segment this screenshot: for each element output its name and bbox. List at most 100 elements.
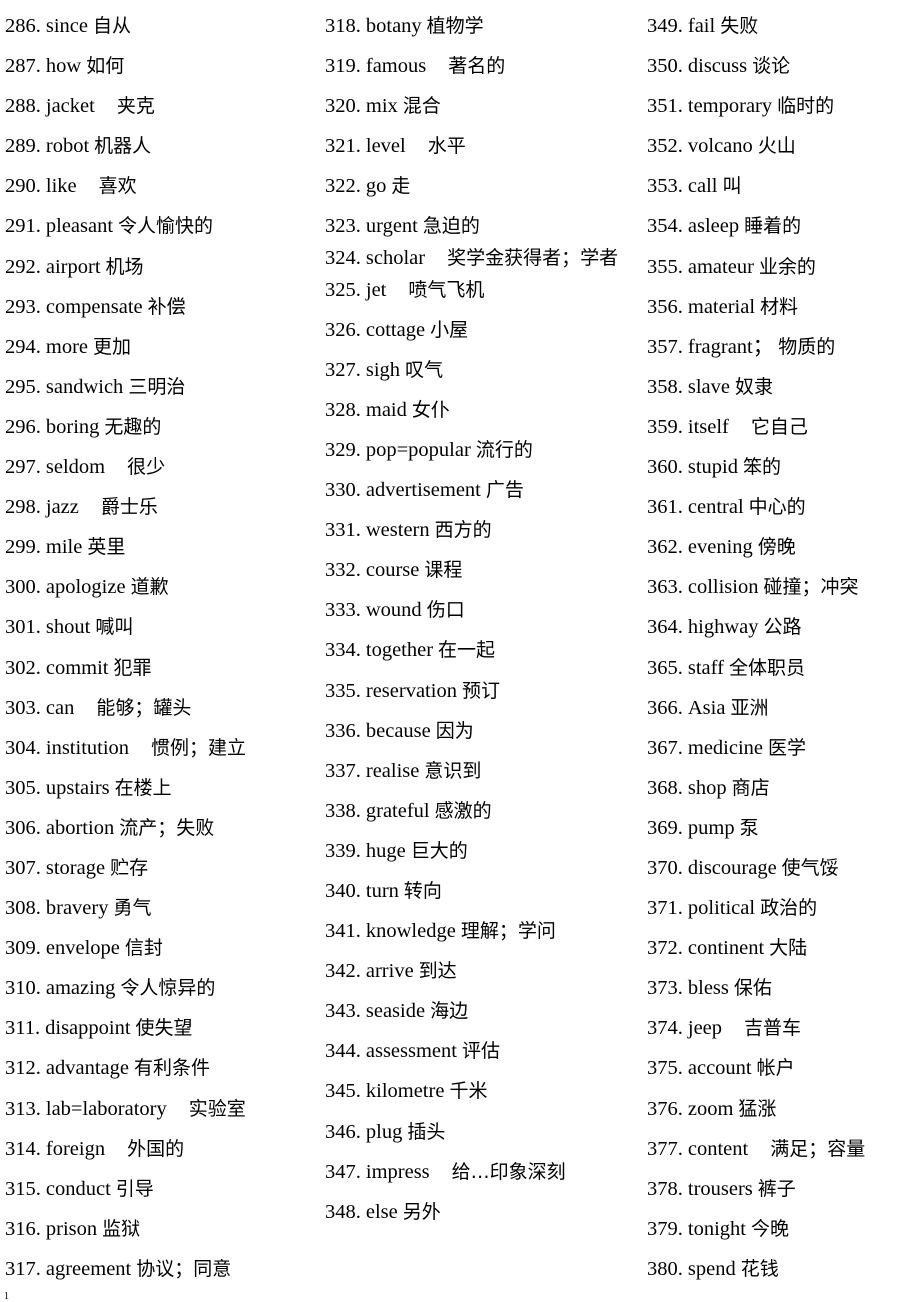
vocabulary-entry: 367. medicine 医学 <box>647 728 918 768</box>
entry-term: pop=popular <box>365 438 471 461</box>
entry-body: mix 混合 <box>361 86 441 126</box>
vocabulary-entry: 296. boring 无趣的 <box>5 407 308 447</box>
entry-number: 324. <box>325 246 361 269</box>
entry-gloss: 令人惊异的 <box>120 977 216 1000</box>
entry-term: cottage <box>365 318 426 341</box>
entry-body: storage 贮存 <box>41 848 148 888</box>
entry-number: 357. <box>647 335 683 358</box>
entry-term: together <box>365 639 434 662</box>
vocabulary-entry: 343. seaside 海边 <box>325 991 632 1031</box>
entry-gloss: 叫 <box>722 175 742 198</box>
entry-gloss: 材料 <box>760 295 799 318</box>
entry-term: like <box>45 175 77 198</box>
entry-gloss: 物质的 <box>778 335 836 358</box>
entry-gloss: 吉普车 <box>744 1017 802 1040</box>
vocabulary-entry: 328. maid 女仆 <box>325 390 632 430</box>
entry-body: how 如何 <box>41 46 124 86</box>
entry-gloss: 外国的 <box>127 1137 185 1160</box>
entry-term: reservation <box>365 679 457 702</box>
entry-term: spend <box>687 1257 736 1280</box>
vocabulary-entry: 354. asleep 睡着的 <box>647 206 918 246</box>
vocabulary-entry: 309. envelope 信封 <box>5 928 308 968</box>
vocabulary-entry: 306. abortion 流产；失败 <box>5 808 308 848</box>
entry-term: tonight <box>687 1217 746 1240</box>
vocabulary-entry: 332. course 课程 <box>325 550 632 590</box>
entry-term: go <box>365 175 387 198</box>
entry-number: 311. <box>5 1017 41 1040</box>
entry-term: impress <box>365 1160 430 1183</box>
entry-number: 351. <box>647 95 683 118</box>
entry-number: 330. <box>325 479 361 502</box>
entry-gloss: 走 <box>391 175 411 198</box>
vocabulary-entry: 322. go 走 <box>325 166 632 206</box>
entry-term: zoom <box>687 1097 734 1120</box>
vocabulary-entry: 325. jet 喷气飞机 <box>325 270 632 310</box>
entry-number: 295. <box>5 375 41 398</box>
entry-number: 350. <box>647 55 683 78</box>
entry-number: 377. <box>647 1137 683 1160</box>
vocabulary-entry: 319. famous 著名的 <box>325 46 632 86</box>
vocabulary-entry: 287. how 如何 <box>5 46 308 86</box>
entry-term: bless <box>687 977 729 1000</box>
entry-term: stupid <box>687 456 738 479</box>
entry-gloss: 临时的 <box>777 95 835 118</box>
vocabulary-entry: 320. mix 混合 <box>325 86 632 126</box>
entry-body: botany 植物学 <box>361 6 484 46</box>
entry-number: 333. <box>325 599 361 622</box>
entry-gloss: 花钱 <box>740 1257 779 1280</box>
entry-gloss: 机器人 <box>94 135 152 158</box>
entry-gloss: 医学 <box>768 736 807 759</box>
vocabulary-entry: 373. bless 保佑 <box>647 968 918 1008</box>
entry-gloss: 女仆 <box>411 398 450 421</box>
entry-number: 365. <box>647 656 683 679</box>
entry-body: level 水平 <box>361 126 466 166</box>
vocabulary-entry: 364. highway 公路 <box>647 607 918 647</box>
entry-number: 343. <box>325 1000 361 1023</box>
entry-gloss: 商店 <box>731 776 770 799</box>
entry-body: pleasant 令人愉快的 <box>41 206 213 246</box>
entry-number: 374. <box>647 1017 683 1040</box>
entry-body: discourage 使气馁 <box>683 848 839 888</box>
entry-number: 345. <box>325 1080 361 1103</box>
vocabulary-entry: 349. fail 失败 <box>647 6 918 46</box>
entry-body: asleep 睡着的 <box>683 206 801 246</box>
entry-term: jacket <box>45 95 95 118</box>
entry-gloss: 能够；罐头 <box>96 696 192 719</box>
entry-term: fail <box>687 15 716 37</box>
entry-number: 317. <box>5 1257 41 1280</box>
vocabulary-entry: 326. cottage 小屋 <box>325 310 632 350</box>
entry-body: fragrant； 物质的 <box>683 327 835 367</box>
entry-term: robot <box>45 135 90 158</box>
entry-number: 328. <box>325 398 361 421</box>
entry-term: sigh <box>365 358 401 381</box>
entry-number: 313. <box>5 1097 41 1120</box>
entry-term: realise <box>365 759 420 782</box>
entry-gloss: 大陆 <box>769 937 808 960</box>
entry-gloss: 道歉 <box>130 576 169 599</box>
vocabulary-entry: 293. compensate 补偿 <box>5 287 308 327</box>
entry-number: 346. <box>325 1120 361 1143</box>
entry-gloss: 理解；学问 <box>460 920 556 943</box>
entry-body: compensate 补偿 <box>41 287 186 327</box>
entry-number: 314. <box>5 1137 41 1160</box>
entry-number: 379. <box>647 1217 683 1240</box>
entry-number: 305. <box>5 776 41 799</box>
entry-number: 373. <box>647 977 683 1000</box>
entry-term: can <box>45 696 75 719</box>
vocabulary-entry: 350. discuss 谈论 <box>647 46 918 86</box>
entry-number: 287. <box>5 55 41 78</box>
entry-number: 329. <box>325 438 361 461</box>
entry-term: foreign <box>45 1137 106 1160</box>
vocabulary-entry: 365. staff 全体职员 <box>647 648 918 688</box>
entry-body: disappoint 使失望 <box>40 1008 192 1048</box>
entry-number: 353. <box>647 175 683 198</box>
entry-number: 322. <box>325 175 361 198</box>
entry-body: envelope 信封 <box>41 928 163 968</box>
entry-term: amateur <box>687 255 754 278</box>
entry-number: 315. <box>5 1177 41 1200</box>
entry-number: 300. <box>5 576 41 599</box>
entry-term: botany <box>365 15 422 37</box>
entry-term: mile <box>45 536 83 559</box>
entry-term: political <box>687 897 756 920</box>
vocabulary-entry: 331. western 西方的 <box>325 510 632 550</box>
